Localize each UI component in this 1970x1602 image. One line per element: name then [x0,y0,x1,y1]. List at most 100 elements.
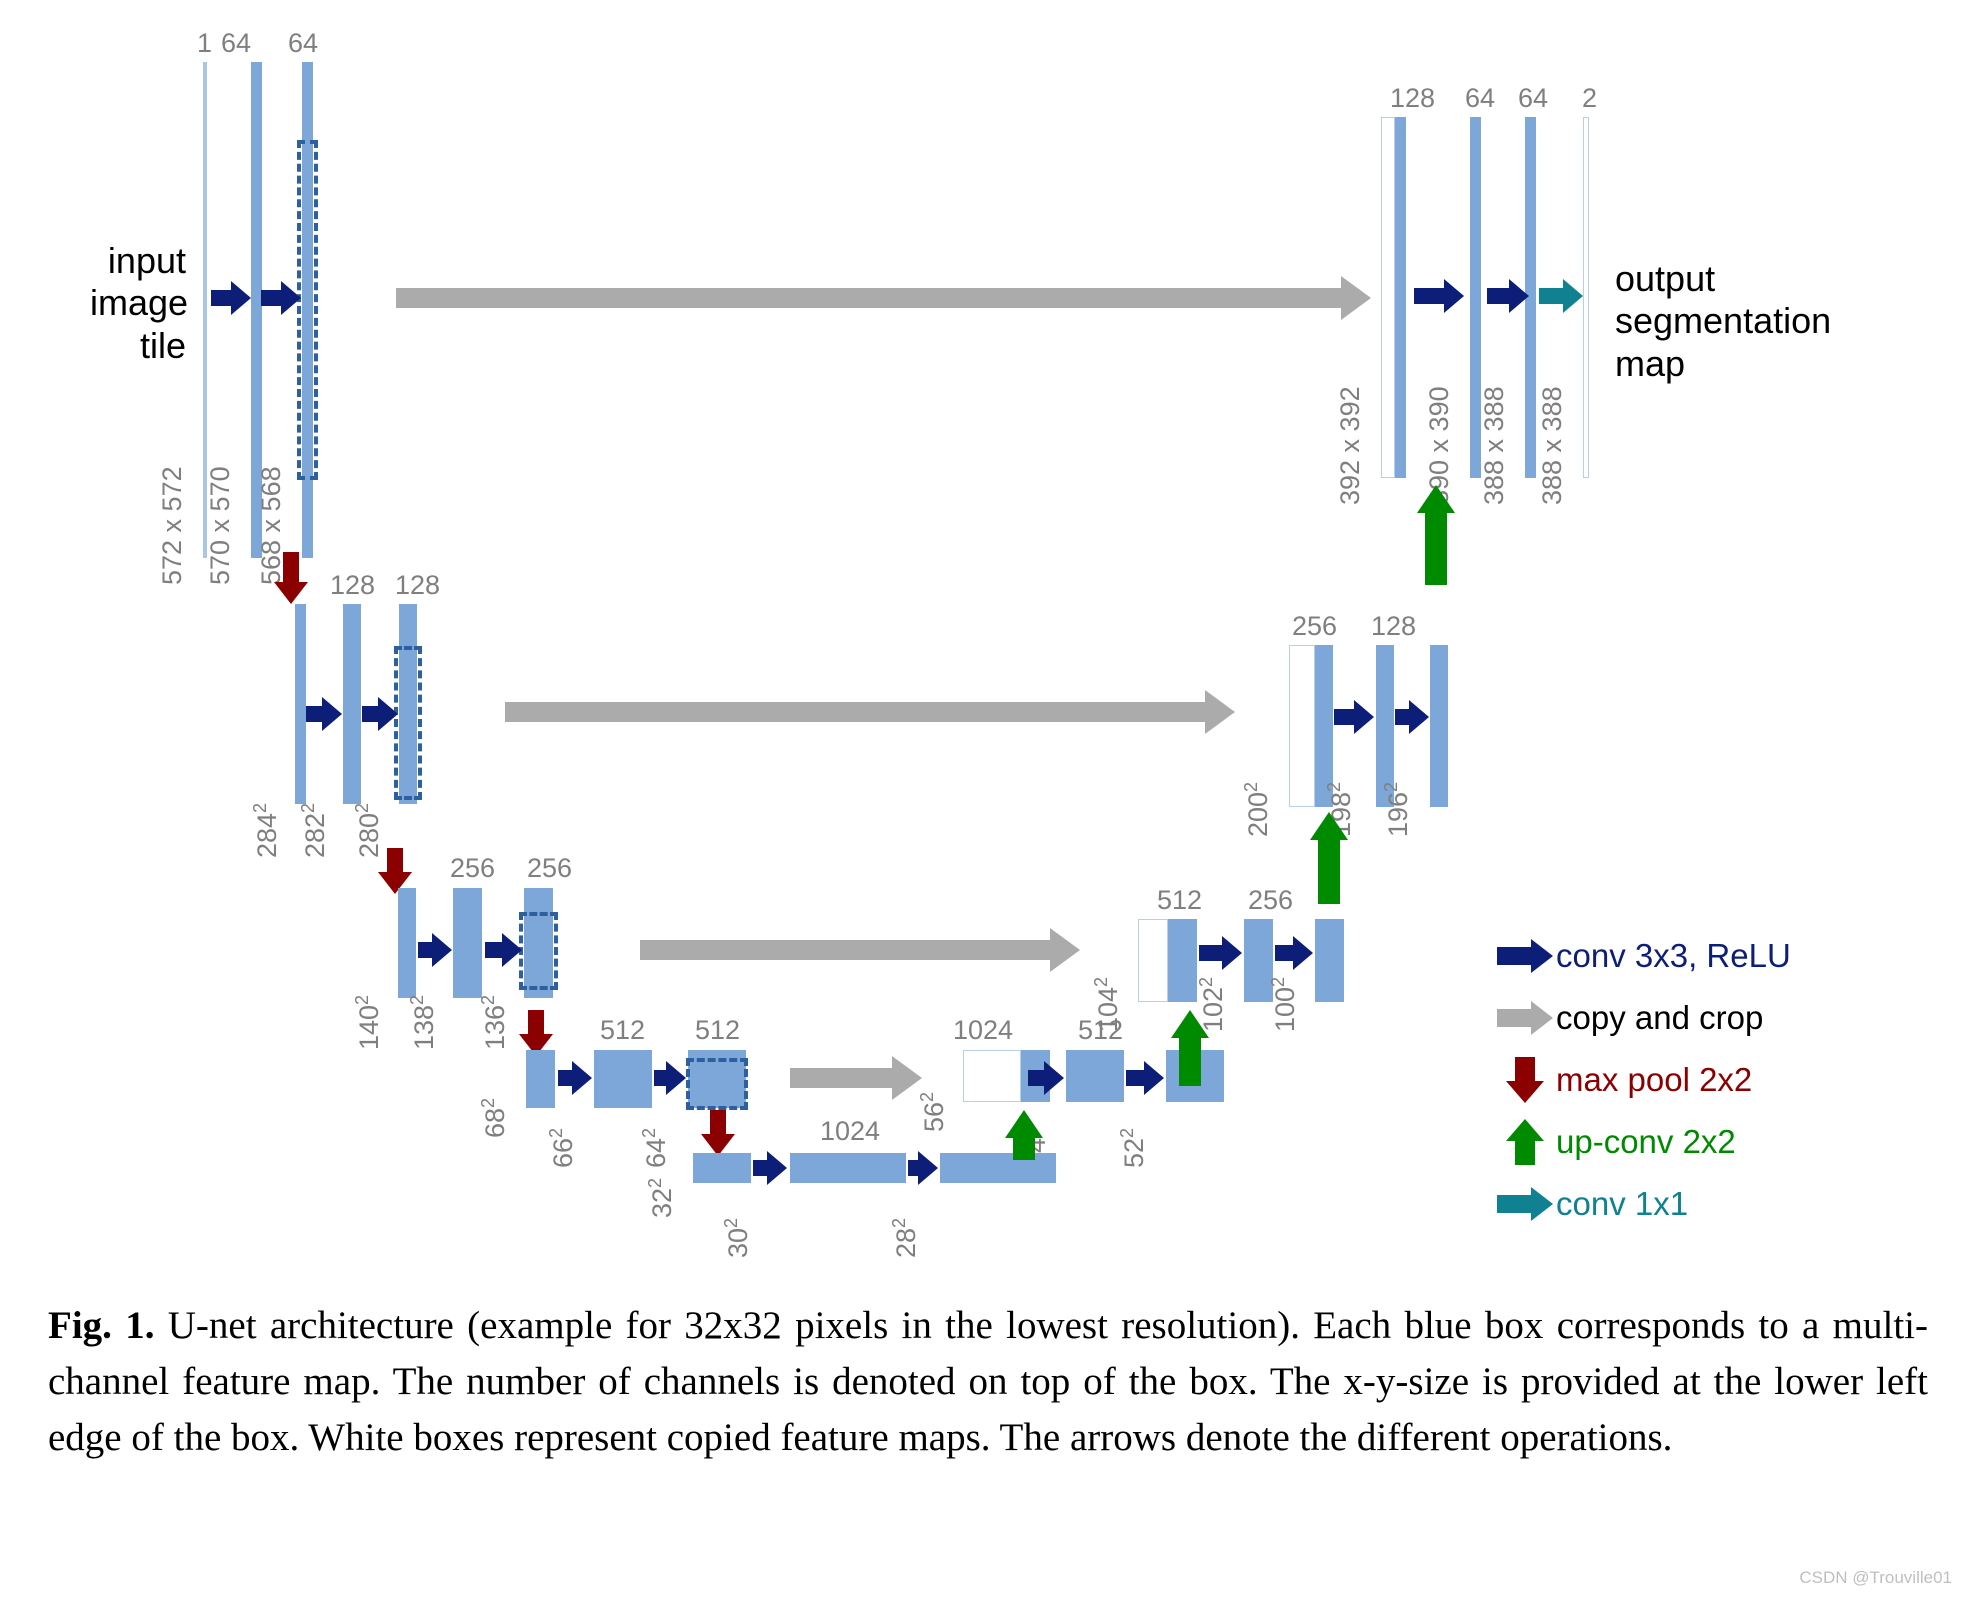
channel-label: 64 [1518,83,1549,113]
legend-item-conv1x1: conv 1x1 [1494,1178,1791,1230]
channel-label: 256 [527,853,573,883]
channel-label: 256 [450,853,496,883]
crop-region-indicator [519,912,558,990]
feature-map [343,604,361,804]
legend-label: conv 1x1 [1556,1185,1689,1222]
channel-label: 2 [1582,83,1598,113]
channel-label: 64 [288,28,319,58]
feature-map [453,888,482,998]
copy-crop-arrow-icon [505,690,1235,734]
figure-label: Fig. 1. [48,1304,155,1347]
legend-item-maxpool: max pool 2x2 [1494,1054,1791,1106]
conv-arrow-icon [1275,936,1313,970]
conv-arrow-icon [1199,936,1242,970]
maxpool-arrow-icon [701,1110,735,1156]
copied-feature-map [1289,645,1315,807]
size-label: 522 [1117,1127,1149,1168]
channel-label: 512 [1157,885,1203,915]
conv-arrow-icon [558,1061,592,1095]
channel-label: 64 [221,28,252,58]
crop-region-indicator [686,1058,748,1110]
channel-label: 256 [1248,885,1294,915]
channel-label: 256 [1292,611,1338,641]
upconv-arrow-icon [1417,485,1455,585]
feature-map [526,1050,555,1108]
size-label: 1962 [1381,781,1413,837]
channel-label: 128 [330,570,376,600]
upconv-arrow-icon [1171,1010,1209,1086]
size-label: 392 x 392 [1335,386,1365,505]
conv-arrow-icon [1414,279,1464,313]
size-label: 570 x 570 [205,466,235,585]
feature-map [295,604,306,804]
input-label-line1: input [107,240,186,281]
channel-label: 64 [1465,83,1496,113]
conv-arrow-icon [1395,700,1429,734]
channel-label: 512 [695,1015,741,1045]
conv-arrow-icon [654,1061,686,1095]
copy-crop-arrow-icon [790,1056,922,1100]
size-label: 2842 [250,802,282,858]
upconv-arrow-icon [1310,812,1348,904]
size-label: 1402 [352,994,384,1050]
conv-arrow-icon [1126,1061,1164,1095]
conv-arrow-icon [418,933,452,967]
input-tile-label: input image tile [90,240,189,367]
copy-crop-arrow-icon [640,928,1080,972]
size-label: 568 x 568 [256,466,286,585]
feature-map [594,1050,652,1108]
right-arrow-icon [1494,934,1556,978]
copied-feature-map [1381,117,1395,478]
conv-arrow-icon [211,281,251,315]
size-label: 2802 [352,802,384,858]
size-label: 642 [639,1127,671,1168]
conv-arrow-icon [1487,279,1529,313]
size-label: 2822 [298,802,330,858]
size-label: 2002 [1241,781,1273,837]
channel-label: 512 [1078,1015,1124,1045]
size-label: 282 [889,1217,921,1258]
legend-label: max pool 2x2 [1556,1061,1753,1098]
legend-label: copy and crop [1556,999,1764,1036]
legend-label: conv 3x3, ReLU [1556,937,1791,974]
channel-label: 1024 [820,1116,881,1146]
size-label: 562 [917,1091,949,1132]
channel-label: 128 [1371,611,1417,641]
right-arrow-icon [1494,1182,1556,1226]
watermark: CSDN @Trouville01 [1799,1568,1952,1587]
legend: conv 3x3, ReLU copy and crop max pool 2x… [1494,930,1791,1240]
size-label: 1382 [407,994,439,1050]
up-arrow-icon [1494,1119,1556,1165]
figure-caption: Fig. 1. U-net architecture (example for … [48,1298,1928,1466]
copied-feature-map [963,1050,1021,1102]
output-label-line2: segmentation [1615,300,1832,342]
conv-arrow-icon [1028,1061,1064,1095]
size-label: 1002 [1268,976,1300,1032]
feature-map [1168,919,1197,1002]
size-label: 682 [478,1097,510,1138]
feature-map [790,1153,906,1183]
conv-arrow-icon [485,933,522,967]
figure-caption-text: U-net architecture (example for 32x32 pi… [48,1304,1928,1460]
conv-1x1-arrow-icon [1539,279,1583,313]
legend-label: up-conv 2x2 [1556,1123,1736,1160]
input-label-line2: image [90,282,189,324]
maxpool-arrow-icon [274,552,308,604]
channel-label: 1024 [953,1015,1014,1045]
feature-map [1430,645,1448,807]
crop-region-indicator [394,646,422,800]
right-arrow-icon [1494,996,1556,1040]
size-label: 572 x 572 [157,466,187,585]
channel-label: 1 [197,28,213,58]
feature-map [398,888,416,998]
legend-item-copy-crop: copy and crop [1494,992,1791,1044]
feature-map [940,1153,1056,1183]
copied-feature-map [1138,919,1168,1002]
conv-arrow-icon [362,697,398,731]
down-arrow-icon [1494,1057,1556,1103]
feature-map [1395,117,1406,478]
output-label-line3: map [1615,342,1686,384]
conv-arrow-icon [908,1151,938,1185]
channel-label: 512 [600,1015,646,1045]
output-label-line1: output [1615,258,1716,299]
